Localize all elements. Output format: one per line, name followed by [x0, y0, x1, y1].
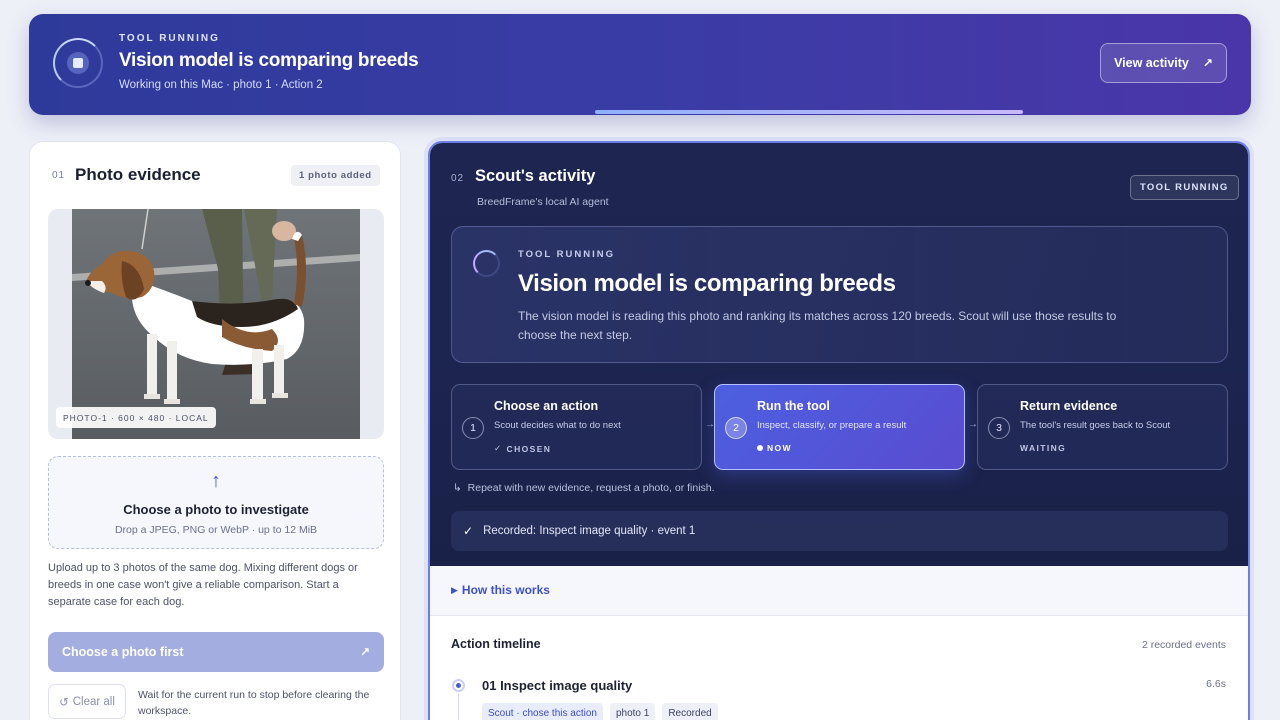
step-title: Run the tool — [757, 399, 830, 413]
tool-status-card: TOOL RUNNING Vision model is comparing b… — [451, 226, 1228, 363]
banner-progress-bar — [595, 110, 1023, 114]
choose-photo-button[interactable]: Choose a photo first ↗ — [48, 632, 384, 672]
step-title: Return evidence — [1020, 399, 1118, 413]
how-this-works-label: How this works — [461, 583, 550, 597]
timeline-title: Action timeline — [451, 637, 541, 651]
recorded-event-banner: ✓ Recorded: Inspect image quality · even… — [451, 511, 1228, 551]
clear-all-label: Clear all — [72, 695, 115, 708]
photo-count-badge: 1 photo added — [291, 165, 380, 186]
step-state: WAITING — [1020, 443, 1066, 453]
step-state-label: NOW — [767, 443, 792, 453]
step-run-tool: 2 Run the tool Inspect, classify, or pre… — [714, 384, 965, 470]
step-state-label: CHOSEN — [506, 443, 552, 454]
clear-wait-note: Wait for the current run to stop before … — [138, 689, 370, 717]
chip: Scout · chose this action — [482, 703, 603, 720]
dog-photo — [72, 209, 360, 439]
banner-title: Vision model is comparing breeds — [119, 50, 419, 71]
arrow-up-right-icon: ↗ — [1202, 56, 1213, 70]
photo-dropzone[interactable]: ↑ Choose a photo to investigate Drop a J… — [48, 456, 384, 549]
panel-subtitle: BreedFrame's local AI agent — [477, 196, 609, 208]
loading-spinner-icon — [473, 250, 500, 277]
upload-arrow-icon: ↑ — [211, 470, 221, 492]
timeline-dot-icon — [452, 679, 465, 692]
dropzone-subtitle: Drop a JPEG, PNG or WebP · up to 12 MiB — [114, 524, 318, 536]
scout-activity-panel: 02 Scout's activity BreedFrame's local A… — [428, 141, 1250, 720]
return-arrow-icon: ↳ — [453, 482, 468, 494]
triangle-right-icon: ▶ — [451, 584, 458, 595]
step-state-label: WAITING — [1020, 443, 1067, 453]
progress-spinner-icon — [53, 38, 103, 88]
chip: Recorded — [662, 703, 718, 720]
banner-eyebrow: TOOL RUNNING — [119, 33, 220, 44]
status-description: The vision model is reading this photo a… — [518, 309, 1117, 342]
timeline-event-title[interactable]: 01 Inspect image quality — [482, 678, 632, 693]
status-dot-icon — [757, 445, 763, 451]
banner-subtitle: Working on this Mac · photo 1 · Action 2 — [119, 79, 323, 91]
step-description: The tool's result goes back to Scout — [1020, 420, 1171, 431]
repeat-note: ↳ Repeat with new evidence, request a ph… — [453, 482, 715, 494]
repeat-note-label: Repeat with new evidence, request a phot… — [467, 482, 715, 494]
photo-preview[interactable]: PHOTO-1 · 600 × 480 · LOCAL — [48, 209, 384, 439]
step-state: NOW — [757, 443, 792, 453]
choose-photo-label: Choose a photo first — [62, 645, 184, 659]
check-icon: ✓ — [463, 524, 474, 538]
stop-icon[interactable] — [67, 52, 89, 74]
panel-title: Photo evidence — [75, 165, 201, 184]
status-badge: TOOL RUNNING — [1130, 175, 1239, 200]
timeline-event-duration: 6.6s — [1206, 678, 1226, 690]
view-activity-label: View activity — [1114, 56, 1189, 70]
section-number: 02 — [451, 173, 465, 184]
photo-tag: PHOTO-1 · 600 × 480 · LOCAL — [56, 407, 216, 428]
step-description: Scout decides what to do next — [494, 420, 621, 431]
status-eyebrow: TOOL RUNNING — [518, 249, 616, 260]
recorded-label: Recorded: Inspect image quality · event … — [483, 525, 696, 537]
dropzone-title: Choose a photo to investigate — [123, 502, 309, 517]
status-title: Vision model is comparing breeds — [518, 270, 896, 297]
how-this-works-section: ▶ How this works — [430, 566, 1248, 616]
refresh-icon: ↺ — [59, 696, 69, 709]
timeline-count: 2 recorded events — [1141, 639, 1226, 651]
step-title: Choose an action — [494, 399, 599, 413]
step-description: Inspect, classify, or prepare a result — [757, 420, 907, 431]
upload-guidance: Upload up to 3 photos of the same dog. M… — [48, 562, 358, 608]
step-number: 1 — [462, 417, 484, 439]
tool-status-banner: TOOL RUNNING Vision model is comparing b… — [29, 14, 1251, 115]
chip: photo 1 — [609, 703, 656, 720]
clear-all-button[interactable]: ↺ Clear all — [48, 684, 126, 719]
panel-title: Scout's activity — [475, 167, 596, 185]
step-return-evidence: 3 Return evidence The tool's result goes… — [977, 384, 1228, 470]
how-this-works-toggle[interactable]: ▶ How this works — [451, 583, 550, 597]
view-activity-button[interactable]: View activity ↗ — [1100, 43, 1227, 83]
step-state: ✓ CHOSEN — [494, 443, 551, 454]
step-number: 3 — [988, 417, 1010, 439]
photo-evidence-panel: 01 Photo evidence 1 photo added PHOTO-1 … — [29, 141, 401, 720]
activity-header: 02 Scout's activity BreedFrame's local A… — [430, 143, 1248, 566]
timeline-connector — [458, 694, 459, 720]
step-choose-action: 1 Choose an action Scout decides what to… — [451, 384, 702, 470]
check-icon: ✓ — [494, 443, 503, 453]
section-number: 01 — [52, 170, 66, 181]
arrow-up-right-icon: ↗ — [359, 645, 370, 659]
timeline-event-chips: Scout · chose this action photo 1 Record… — [482, 703, 718, 720]
step-number: 2 — [725, 417, 747, 439]
